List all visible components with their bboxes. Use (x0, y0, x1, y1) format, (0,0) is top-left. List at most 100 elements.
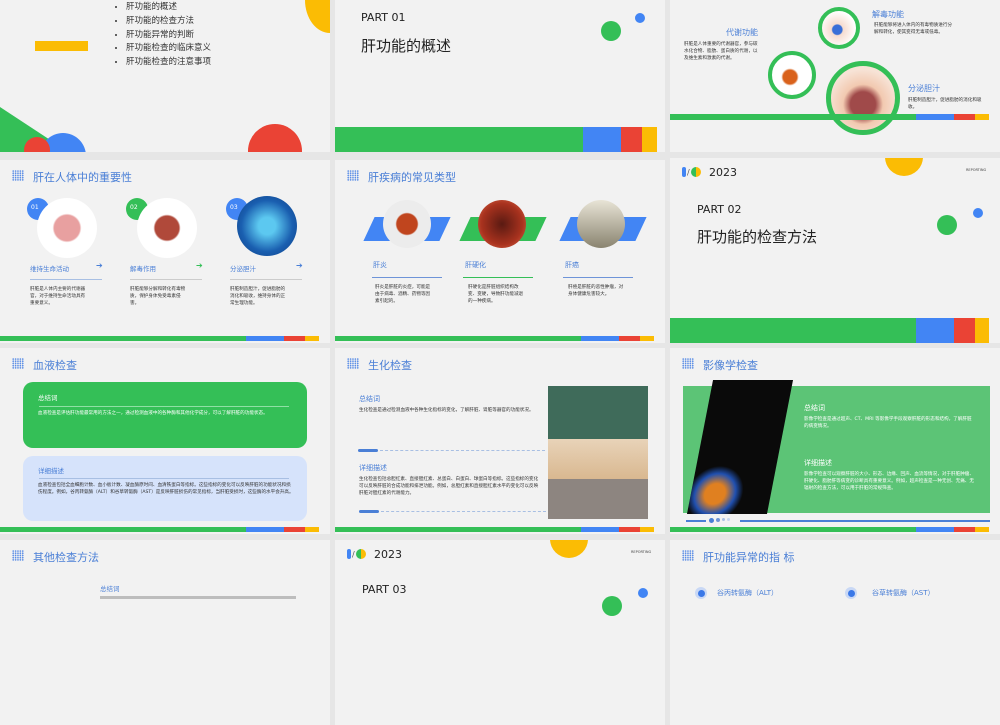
slide-liver-functions[interactable]: 代谢功能 肝脏是人体重要的代谢器官，参与碳水化合物、脂肪、蛋白质的代谢，以及维生… (670, 0, 1000, 152)
dots-icon (12, 550, 24, 561)
liver-image (768, 51, 816, 99)
section-title: 肝功能的概述 (361, 37, 452, 55)
divider (740, 520, 990, 522)
slide-title: 肝疾病的常见类型 (368, 171, 456, 184)
divider (230, 279, 302, 280)
item-text: 肝硬化是肝脏组织结构改变、变硬，导致肝功能减退的一种疾病。 (468, 285, 524, 304)
slide-title: 影像学检查 (703, 359, 758, 372)
item-text: 肝炎是肝脏的炎症，可能是由于病毒、酒精、药物等因素引起的。 (375, 285, 431, 304)
summary-text-placeholder (100, 596, 296, 599)
summary-text: 生化检查是通过检测血液中各种生化指标的变化，了解肝脏、肾脏等器官的功能状况。 (359, 408, 534, 413)
detox-text: 肝脏能够将进入体内的有毒物质进行分解和转化，使其变得无毒或低毒。 (874, 23, 953, 35)
item-label: 肝硬化 (465, 261, 486, 269)
slide-other-tests[interactable]: 其他检查方法 总结词 (0, 540, 330, 725)
item-label: 肝炎 (373, 261, 387, 269)
green-dot-decor (937, 215, 957, 235)
section-title: 肝功能的检查方法 (697, 228, 818, 246)
detail-text: 血液检查包括全血细胞计数、血小板计数、凝血酶原时间、血清铁蛋白等指标。这些指标的… (38, 483, 294, 495)
divider-accent (358, 449, 378, 452)
toc-item: 肝功能检查的临床意义 (126, 42, 211, 56)
slide-part03[interactable]: / 2023 REPORTING PART 03 (335, 540, 665, 725)
divider (130, 279, 202, 280)
arrow-right-icon: ➔ (96, 261, 103, 270)
item-text: 肝脏是人体内主要的代谢器官，对于维持生命活动具有重要意义。 (30, 287, 86, 306)
color-bar (0, 336, 330, 341)
summary-title: 总结词 (38, 394, 58, 402)
divider (381, 511, 546, 512)
divider (372, 277, 442, 278)
slide-toc[interactable]: 肝功能的概述 肝功能的检查方法 肝功能异常的判断 肝功能检查的临床意义 肝功能检… (0, 0, 330, 152)
slide-title: 肝在人体中的重要性 (33, 171, 132, 184)
item-label: 解毒作用 (130, 265, 156, 273)
slide-title: 生化检查 (368, 359, 412, 372)
slide-title: 肝功能异常的指 标 (703, 551, 795, 564)
yellow-circle-decor (550, 540, 588, 558)
slide-part02[interactable]: / 2023 REPORTING PART 02 肝功能的检查方法 (670, 158, 1000, 343)
divider (39, 406, 289, 407)
dots-icon (12, 170, 24, 181)
item-text: 肝癌是肝脏的恶性肿瘤，对身体健康危害较大。 (568, 285, 624, 297)
slide-title: 血液检查 (33, 359, 77, 372)
slide-part01[interactable]: PART 01 肝功能的概述 (335, 0, 665, 152)
carousel-dots[interactable] (709, 518, 730, 523)
summary-text: 影像学检查是通过超声、CT、MRI 等影像学手段观察肝脏的形态和结构，了解肝脏的… (804, 417, 972, 429)
slide-blood-test[interactable]: 血液检查 总结词 血液检查是评估肝功能最常用的方法之一，通过检测血液中的各种酶和… (0, 348, 330, 534)
slide-imaging-test[interactable]: 影像学检查 总结词 影像学检查是通过超声、CT、MRI 等影像学手段观察肝脏的形… (670, 348, 1000, 534)
detail-title: 详细描述 (38, 467, 64, 475)
summary-title: 总结词 (804, 404, 825, 412)
detail-text: 影像学检查可以观察肝脏的大小、形态、边缘、回声、血流等情况，对于肝脏肿瘤、肝硬化… (804, 472, 974, 491)
reporting-tag: REPORTING (631, 550, 652, 554)
metabolism-text: 肝脏是人体重要的代谢器官，参与碳水化合物、脂肪、蛋白质的代谢，以及维生素和激素的… (684, 42, 758, 61)
arrow-right-icon: ➔ (296, 261, 303, 270)
color-bar (335, 527, 665, 532)
reporting-tag: REPORTING (966, 168, 987, 172)
divider (380, 450, 545, 451)
summary-title: 总结词 (100, 585, 120, 593)
cirrhosis-image (478, 200, 526, 248)
dots-icon (347, 170, 359, 181)
part-label: PART 01 (361, 11, 406, 24)
red-circle-decor (248, 124, 302, 152)
bile-cartoon-image (826, 61, 900, 135)
summary-text: 血液检查是评估肝功能最常用的方法之一，通过检测血液中的各种酶和其他化学成分，可以… (38, 411, 268, 416)
slide-importance[interactable]: 肝在人体中的重要性 01 02 03 维持生命活动 ➔ 解毒作用 ➔ 分泌胆汁 … (0, 160, 330, 343)
green-dot-decor (602, 596, 622, 616)
slide-biochem-test[interactable]: 生化检查 总结词 生化检查是通过检测血液中各种生化指标的变化，了解肝脏、肾脏等器… (335, 348, 665, 534)
toc-item: 肝功能的检查方法 (126, 15, 211, 29)
dots-icon (682, 550, 694, 561)
dots-icon (682, 358, 694, 369)
item-label: 分泌胆汁 (230, 265, 256, 273)
summary-card: 总结词 血液检查是评估肝功能最常用的方法之一，通过检测血液中的各种酶和其他化学成… (23, 382, 307, 448)
color-bar (670, 527, 1000, 532)
item-text: 肝脏能够分解和转化有毒物质，保护身体免受毒素侵害。 (130, 287, 186, 306)
detail-card: 详细描述 血液检查包括全血细胞计数、血小板计数、凝血酶原时间、血清铁蛋白等指标。… (23, 456, 307, 521)
year-label: 2023 (709, 166, 737, 179)
arrow-right-icon: ➔ (196, 261, 203, 270)
bullet-icon (695, 587, 707, 599)
blue-dot-decor (638, 588, 648, 598)
classroom-image (548, 386, 648, 519)
blue-dot-decor (973, 208, 983, 218)
dots-icon (347, 358, 359, 369)
divider (463, 277, 533, 278)
divider (39, 478, 289, 479)
divider (686, 520, 706, 522)
bullet-icon (845, 587, 857, 599)
toc-list: 肝功能的概述 肝功能的检查方法 肝功能异常的判断 肝功能检查的临床意义 肝功能检… (126, 1, 211, 70)
detox-title: 解毒功能 (872, 10, 904, 19)
body-image (818, 7, 860, 49)
slide-indicators[interactable]: 肝功能异常的指 标 谷丙转氨酶（ALT） 谷草转氨酶（AST） (670, 540, 1000, 725)
toc-item: 肝功能的概述 (126, 1, 211, 15)
metabolism-title: 代谢功能 (726, 28, 758, 37)
color-bar (670, 318, 1000, 343)
color-bar (335, 127, 665, 152)
slide-diseases[interactable]: 肝疾病的常见类型 肝炎 肝硬化 肝癌 肝炎是肝脏的炎症，可能是由于病毒、酒精、药… (335, 160, 665, 343)
io-logo: / (347, 549, 366, 559)
liver-cartoon-image (137, 198, 197, 258)
year-label: 2023 (374, 548, 402, 561)
color-bar (670, 114, 1000, 120)
io-logo: / (682, 167, 701, 177)
toc-item: 肝功能检查的注意事项 (126, 56, 211, 70)
bile-text: 肝脏制造胆汁，促进脂肪的消化和吸收。 (908, 98, 982, 110)
body-scan-image (237, 196, 297, 256)
